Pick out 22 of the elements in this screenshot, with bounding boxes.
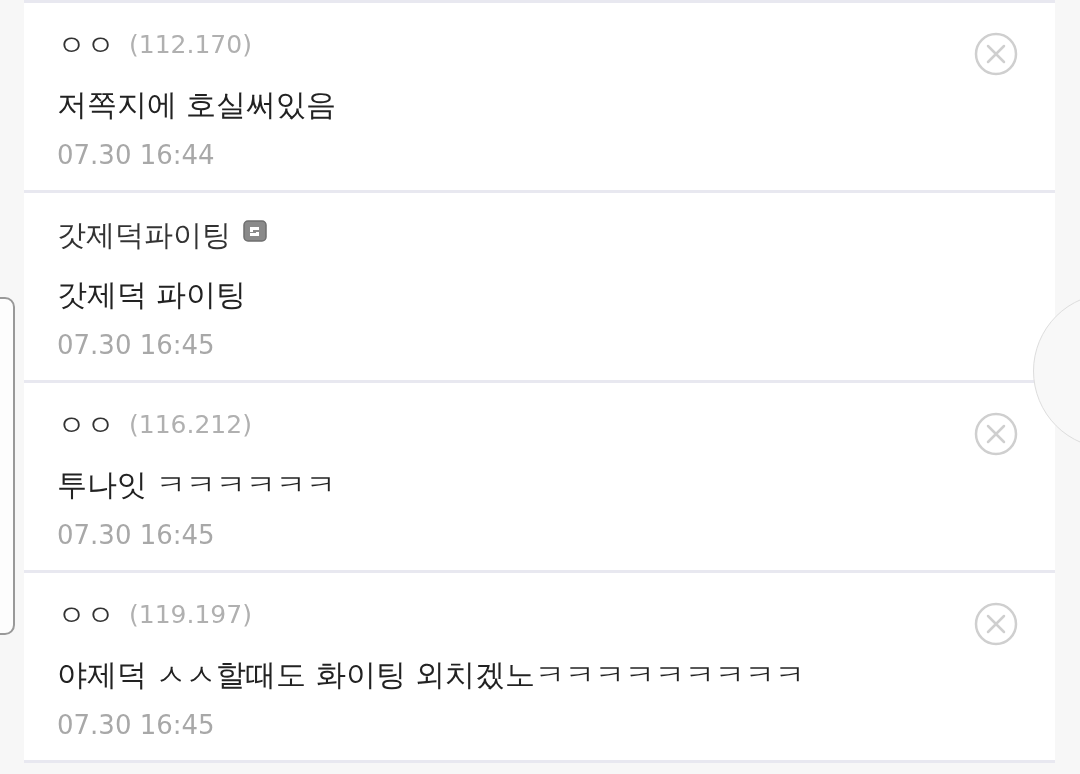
comment-text: 투나잇 ㅋㅋㅋㅋㅋㅋ bbox=[57, 467, 338, 504]
delete-button[interactable] bbox=[974, 412, 1018, 456]
ip-address: (119.197) bbox=[129, 599, 252, 631]
badge-icon bbox=[243, 220, 267, 242]
comment-time: 07.30 16:44 bbox=[57, 140, 216, 170]
nickname: ㅇㅇ bbox=[57, 597, 115, 634]
comment-time: 07.30 16:45 bbox=[57, 330, 216, 360]
ip-address: (116.212) bbox=[129, 409, 252, 441]
comment-time: 07.30 16:45 bbox=[57, 710, 216, 740]
delete-button[interactable] bbox=[974, 602, 1018, 646]
nickname: ㅇㅇ bbox=[57, 27, 115, 64]
comment-time: 07.30 16:45 bbox=[57, 520, 216, 550]
delete-button[interactable] bbox=[974, 32, 1018, 76]
close-icon bbox=[974, 32, 1018, 76]
close-icon bbox=[974, 602, 1018, 646]
close-icon bbox=[974, 412, 1018, 456]
ip-address: (112.170) bbox=[129, 29, 252, 61]
nickname: 갓제덕파이팅 bbox=[57, 217, 231, 254]
comment-text: 야제덕 ㅅㅅ할때도 화이팅 외치겠노ㅋㅋㅋㅋㅋㅋㅋㅋㅋ bbox=[57, 657, 807, 694]
nickname: ㅇㅇ bbox=[57, 407, 115, 444]
comment-text: 갓제덕 파이팅 bbox=[57, 277, 248, 314]
comment-text: 저쪽지에 호실써있음 bbox=[57, 87, 338, 124]
